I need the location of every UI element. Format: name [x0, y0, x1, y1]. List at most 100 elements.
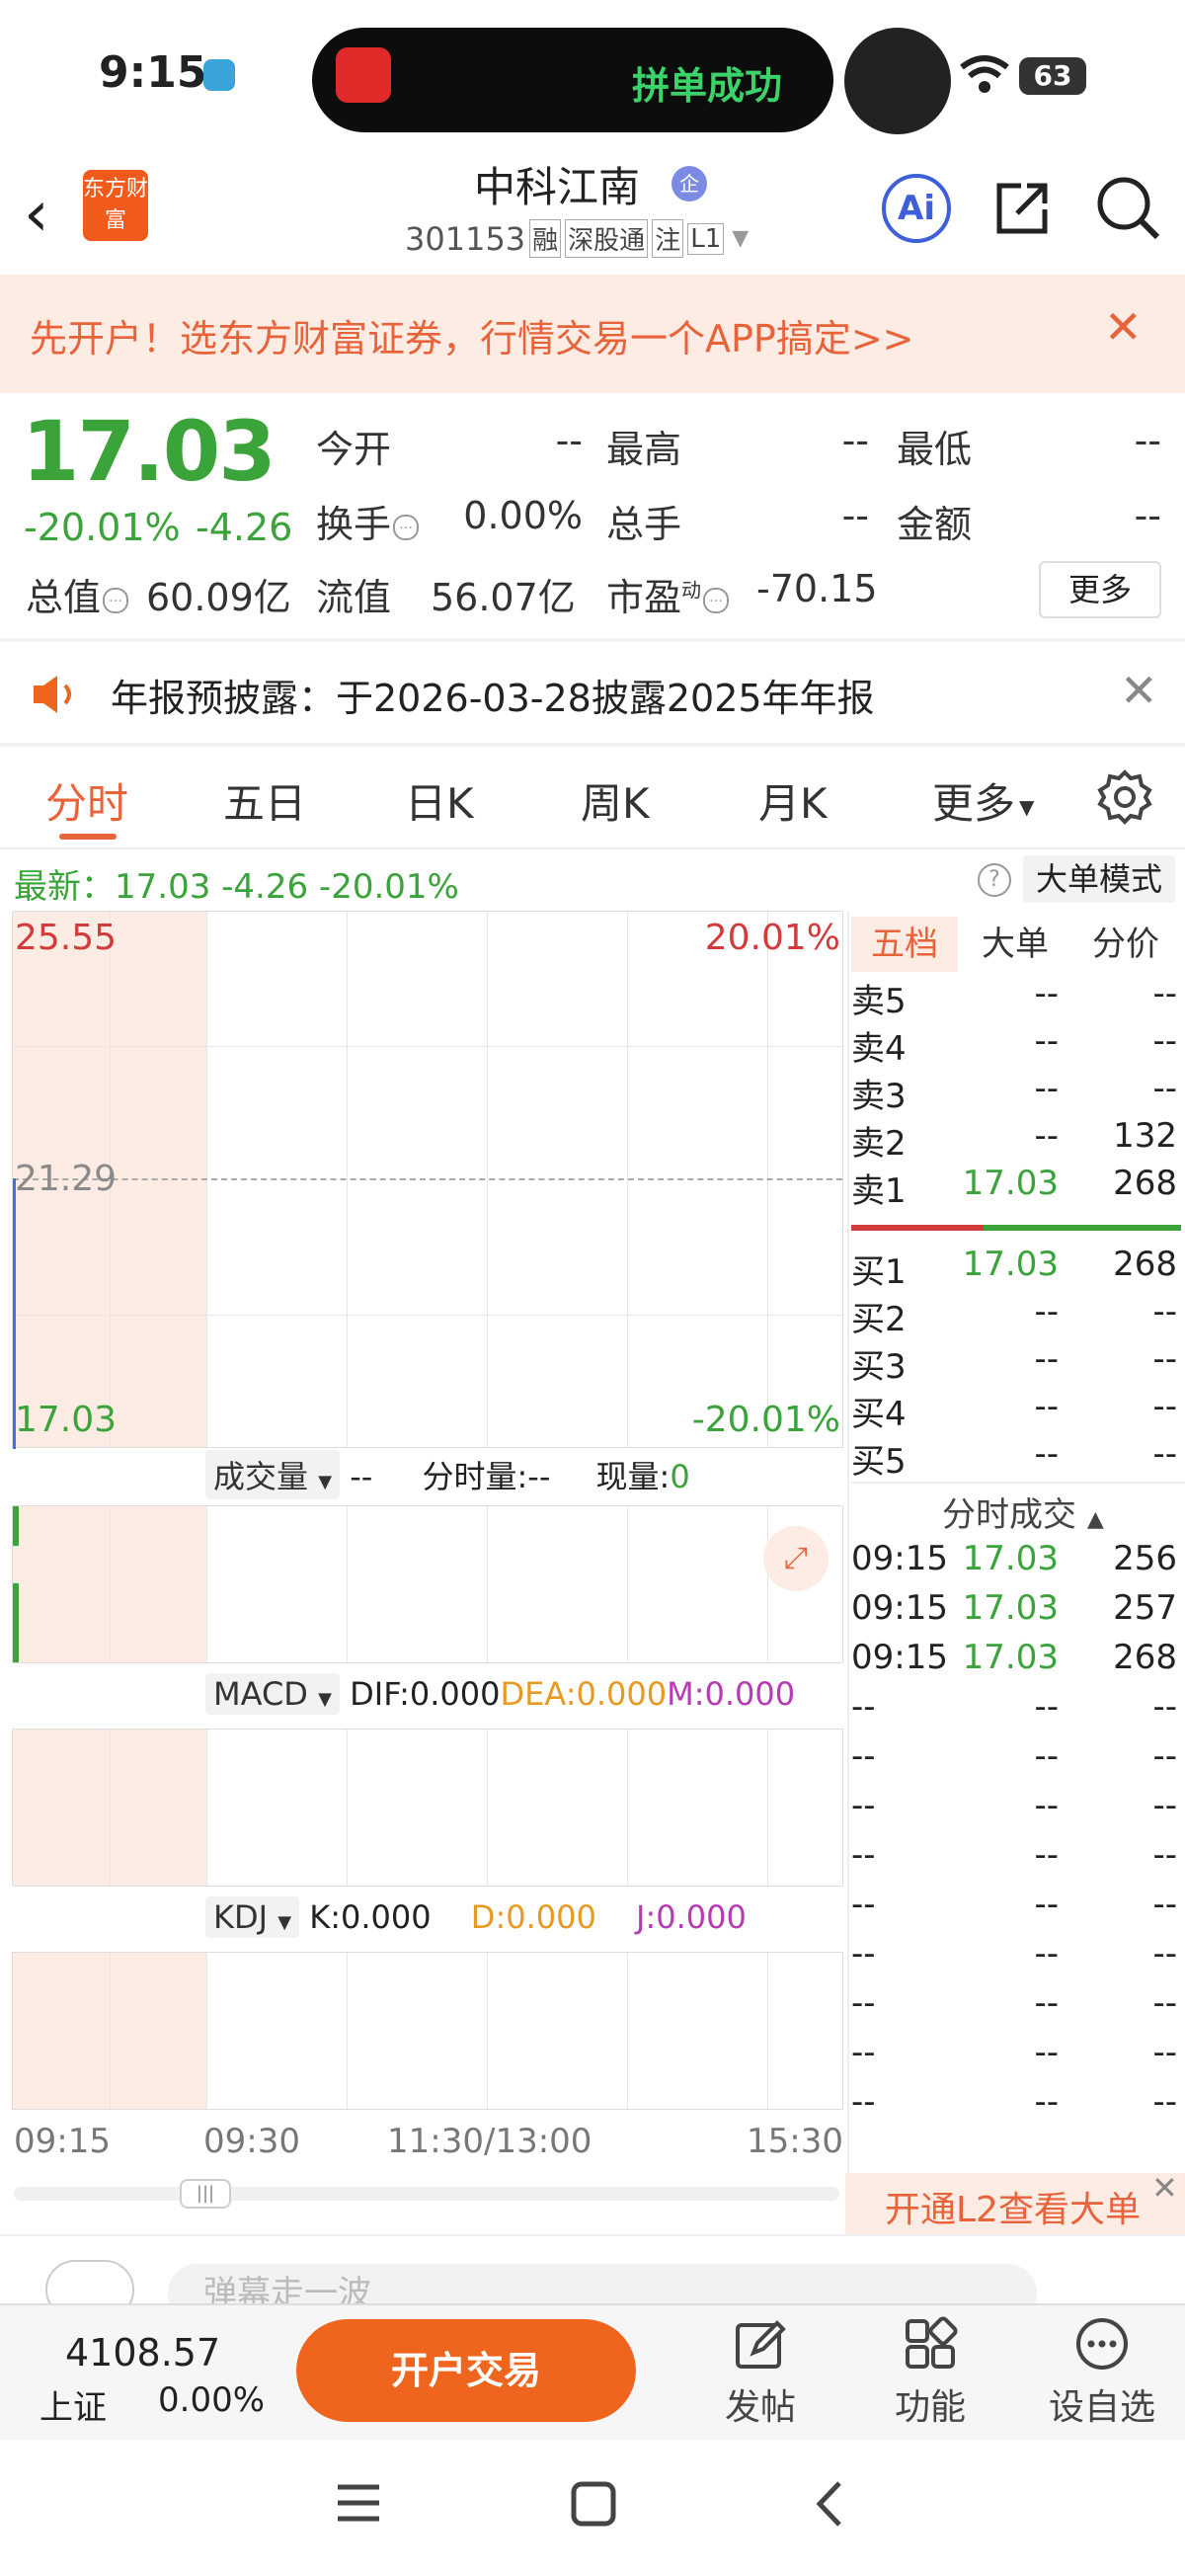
intraday-chart[interactable]: 25.55 21.29 17.03 20.01% -20.01% 成交量 ▼ -…: [12, 911, 843, 2116]
tick-row: 09:15 17.03 257: [851, 1588, 1177, 1628]
banner-text[interactable]: 先开户！选东方财富证券，行情交易一个APP搞定>>: [30, 308, 914, 362]
big-order-mode-button[interactable]: 大单模式: [1023, 855, 1175, 903]
low-label: 最低: [897, 428, 973, 471]
float-value: 56.07亿: [431, 576, 576, 619]
info-icon[interactable]: …: [103, 587, 129, 613]
tab-monthly-k[interactable]: 月K: [758, 770, 828, 831]
close-icon[interactable]: ✕: [1120, 664, 1158, 717]
stock-code: 301153: [405, 219, 526, 258]
volume-bar: [13, 1506, 19, 1546]
mktcap-value: 60.09亿: [146, 576, 291, 619]
search-icon[interactable]: [1094, 174, 1161, 241]
caret-down-icon: ▼: [1019, 794, 1035, 819]
tick-row: -- -- --: [851, 1736, 1177, 1776]
amount-value: --: [1134, 494, 1161, 537]
latest-quote: 最新：17.03 -4.26 -20.01%: [14, 867, 459, 907]
grid-icon: [906, 2316, 958, 2369]
l2-promo-text[interactable]: 开通L2查看大单: [885, 2181, 1141, 2232]
menu-icon[interactable]: [336, 2483, 381, 2523]
ai-button[interactable]: Ai: [882, 174, 951, 243]
home-icon[interactable]: [571, 2481, 616, 2527]
open-account-trade-button[interactable]: 开户交易: [296, 2319, 636, 2422]
ask-row: 卖1 17.03 268: [851, 1164, 1177, 1211]
add-watchlist-button[interactable]: 设自选: [1043, 2315, 1161, 2430]
alarm-icon: [203, 59, 235, 91]
volume-label: 总手: [606, 503, 682, 546]
ask-row: 卖3 -- --: [851, 1069, 1177, 1116]
tick-row: -- -- --: [851, 1786, 1177, 1825]
macd-selector[interactable]: MACD ▼: [205, 1673, 340, 1715]
info-icon[interactable]: …: [703, 587, 730, 613]
back-icon[interactable]: ‹: [24, 178, 49, 251]
volume-indicator-row: 成交量 ▼ -- 分时量:-- 现量:0: [205, 1450, 690, 1499]
volume-bar: [13, 1583, 19, 1662]
pe-value: -70.15: [756, 567, 878, 610]
macd-panel: [12, 1729, 843, 1887]
tab-daily-k[interactable]: 日K: [405, 770, 474, 831]
volume-selector[interactable]: 成交量 ▼: [205, 1450, 341, 1499]
chart-scroll-track[interactable]: [14, 2187, 839, 2201]
time-label-noon: 11:30/13:00: [387, 2122, 592, 2161]
current-price: 17.03: [22, 403, 276, 500]
battery-indicator: 63: [1019, 57, 1086, 95]
more-dots-icon: [1076, 2318, 1128, 2370]
time-label-close: 15:30: [747, 2122, 843, 2161]
caret-up-icon: ▲: [1086, 1507, 1104, 1532]
speaker-icon: [34, 676, 71, 713]
index-percent[interactable]: 0.00%: [158, 2380, 265, 2420]
tab-five-day[interactable]: 五日: [223, 770, 306, 831]
eastmoney-logo: 东方财富: [83, 170, 148, 241]
ask-row: 卖5 -- --: [851, 974, 1177, 1021]
low-value: --: [1134, 419, 1161, 462]
gear-icon[interactable]: [1096, 768, 1153, 826]
expand-icon[interactable]: ⤢: [763, 1526, 829, 1591]
mktcap-label: 总值…: [26, 567, 129, 621]
ask-strength-bar: [851, 1225, 984, 1231]
tab-weekly-k[interactable]: 周K: [581, 770, 650, 831]
tick-row: -- -- --: [851, 1934, 1177, 1973]
help-icon[interactable]: ?: [978, 863, 1011, 897]
back-nav-icon[interactable]: [814, 2479, 843, 2529]
tab-intraday[interactable]: 分时: [45, 770, 128, 831]
close-icon[interactable]: ✕: [1104, 300, 1143, 354]
bid-row: 买5 -- --: [851, 1434, 1177, 1482]
info-icon[interactable]: …: [393, 514, 420, 540]
more-button[interactable]: 更多: [1039, 561, 1161, 618]
time-label-0930: 09:30: [203, 2122, 300, 2161]
tab-indicator: [59, 834, 117, 840]
post-button[interactable]: 发帖: [701, 2315, 820, 2430]
pe-label: 市盈动…: [606, 567, 730, 621]
kdj-selector[interactable]: KDJ ▼: [205, 1896, 300, 1938]
chart-scroll-handle[interactable]: |||: [180, 2179, 231, 2209]
bid-row: 买4 -- --: [851, 1387, 1177, 1434]
tick-row: 09:15 17.03 268: [851, 1638, 1177, 1677]
announcement-text[interactable]: 年报预披露：于2026-03-28披露2025年年报: [111, 668, 875, 722]
tag-level1: L1: [687, 222, 725, 255]
close-icon[interactable]: ✕: [1151, 2169, 1178, 2207]
divider: [0, 847, 1185, 849]
pct-low-label: -20.01%: [691, 1400, 840, 1440]
high-label: 最高: [606, 428, 682, 471]
tab-more[interactable]: 更多 ▼: [932, 770, 1034, 831]
index-name[interactable]: 上证: [40, 2380, 107, 2429]
turnover-label: 换手…: [316, 494, 420, 548]
edit-icon: [736, 2320, 786, 2369]
index-value[interactable]: 4108.57: [65, 2331, 220, 2375]
kdj-panel: [12, 1952, 843, 2110]
share-icon[interactable]: [993, 178, 1053, 237]
pinduoduo-app-icon: [336, 47, 391, 103]
enterprise-badge: 企: [672, 166, 707, 201]
caret-down-icon: ▼: [277, 1912, 292, 1933]
price-high-label: 25.55: [15, 918, 118, 958]
divider: [0, 743, 1185, 747]
ask-row: 卖4 -- --: [851, 1021, 1177, 1069]
functions-button[interactable]: 功能: [871, 2315, 989, 2430]
pct-high-label: 20.01%: [704, 918, 840, 958]
bid-row: 买1 17.03 268: [851, 1245, 1177, 1292]
prev-close-line: [13, 1178, 842, 1180]
ticks-title[interactable]: 分时成交 ▲: [942, 1488, 1104, 1536]
price-low-label: 17.03: [15, 1400, 118, 1440]
ask-row: 卖2 -- 132: [851, 1116, 1177, 1164]
stock-code-row[interactable]: 301153 融 深股通 注 L1 ▼: [405, 219, 749, 258]
order-book: 卖5 -- -- 卖4 -- -- 卖3 -- -- 卖2 -- 132 卖1 17.03 268 …: [851, 911, 1185, 2234]
